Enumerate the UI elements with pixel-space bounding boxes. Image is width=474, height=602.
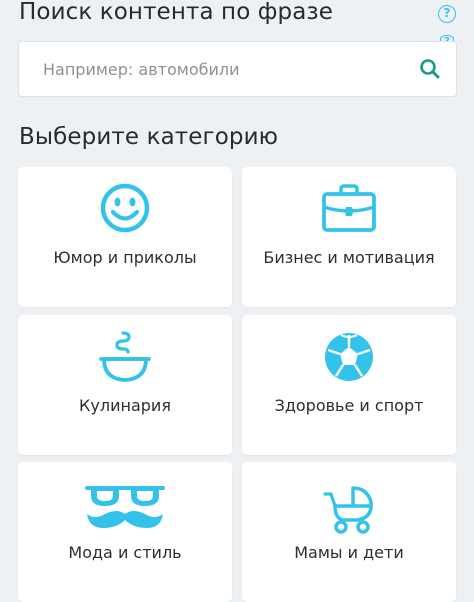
category-label: Здоровье и спорт bbox=[274, 396, 424, 415]
glasses-mustache-icon bbox=[83, 476, 167, 536]
soccer-ball-icon bbox=[317, 329, 381, 389]
search-box bbox=[18, 41, 457, 97]
category-card-sport[interactable]: Здоровье и спорт bbox=[242, 315, 456, 455]
search-icon bbox=[420, 59, 440, 79]
search-input[interactable] bbox=[43, 42, 403, 96]
category-label: Бизнес и мотивация bbox=[263, 248, 435, 267]
category-label: Кулинария bbox=[79, 396, 171, 415]
category-card-business[interactable]: Бизнес и мотивация bbox=[242, 167, 456, 307]
help-icon[interactable]: ? bbox=[438, 5, 456, 23]
category-label: Мода и стиль bbox=[68, 543, 182, 562]
category-heading: Выберите категорию bbox=[19, 124, 279, 150]
category-label: Юмор и приколы bbox=[53, 248, 197, 267]
search-button[interactable] bbox=[416, 55, 444, 83]
search-heading: Поиск контента по фразе bbox=[19, 0, 334, 25]
category-card-cooking[interactable]: Кулинария bbox=[18, 315, 232, 455]
category-card-kids[interactable]: Мамы и дети bbox=[242, 462, 456, 602]
briefcase-icon bbox=[317, 181, 381, 241]
baby-stroller-icon bbox=[317, 476, 381, 536]
category-label: Мамы и дети bbox=[294, 543, 404, 562]
smiley-icon bbox=[93, 181, 157, 241]
category-card-fashion[interactable]: Мода и стиль bbox=[18, 462, 232, 602]
category-card-humor[interactable]: Юмор и приколы bbox=[18, 167, 232, 307]
steaming-bowl-icon bbox=[93, 329, 157, 389]
